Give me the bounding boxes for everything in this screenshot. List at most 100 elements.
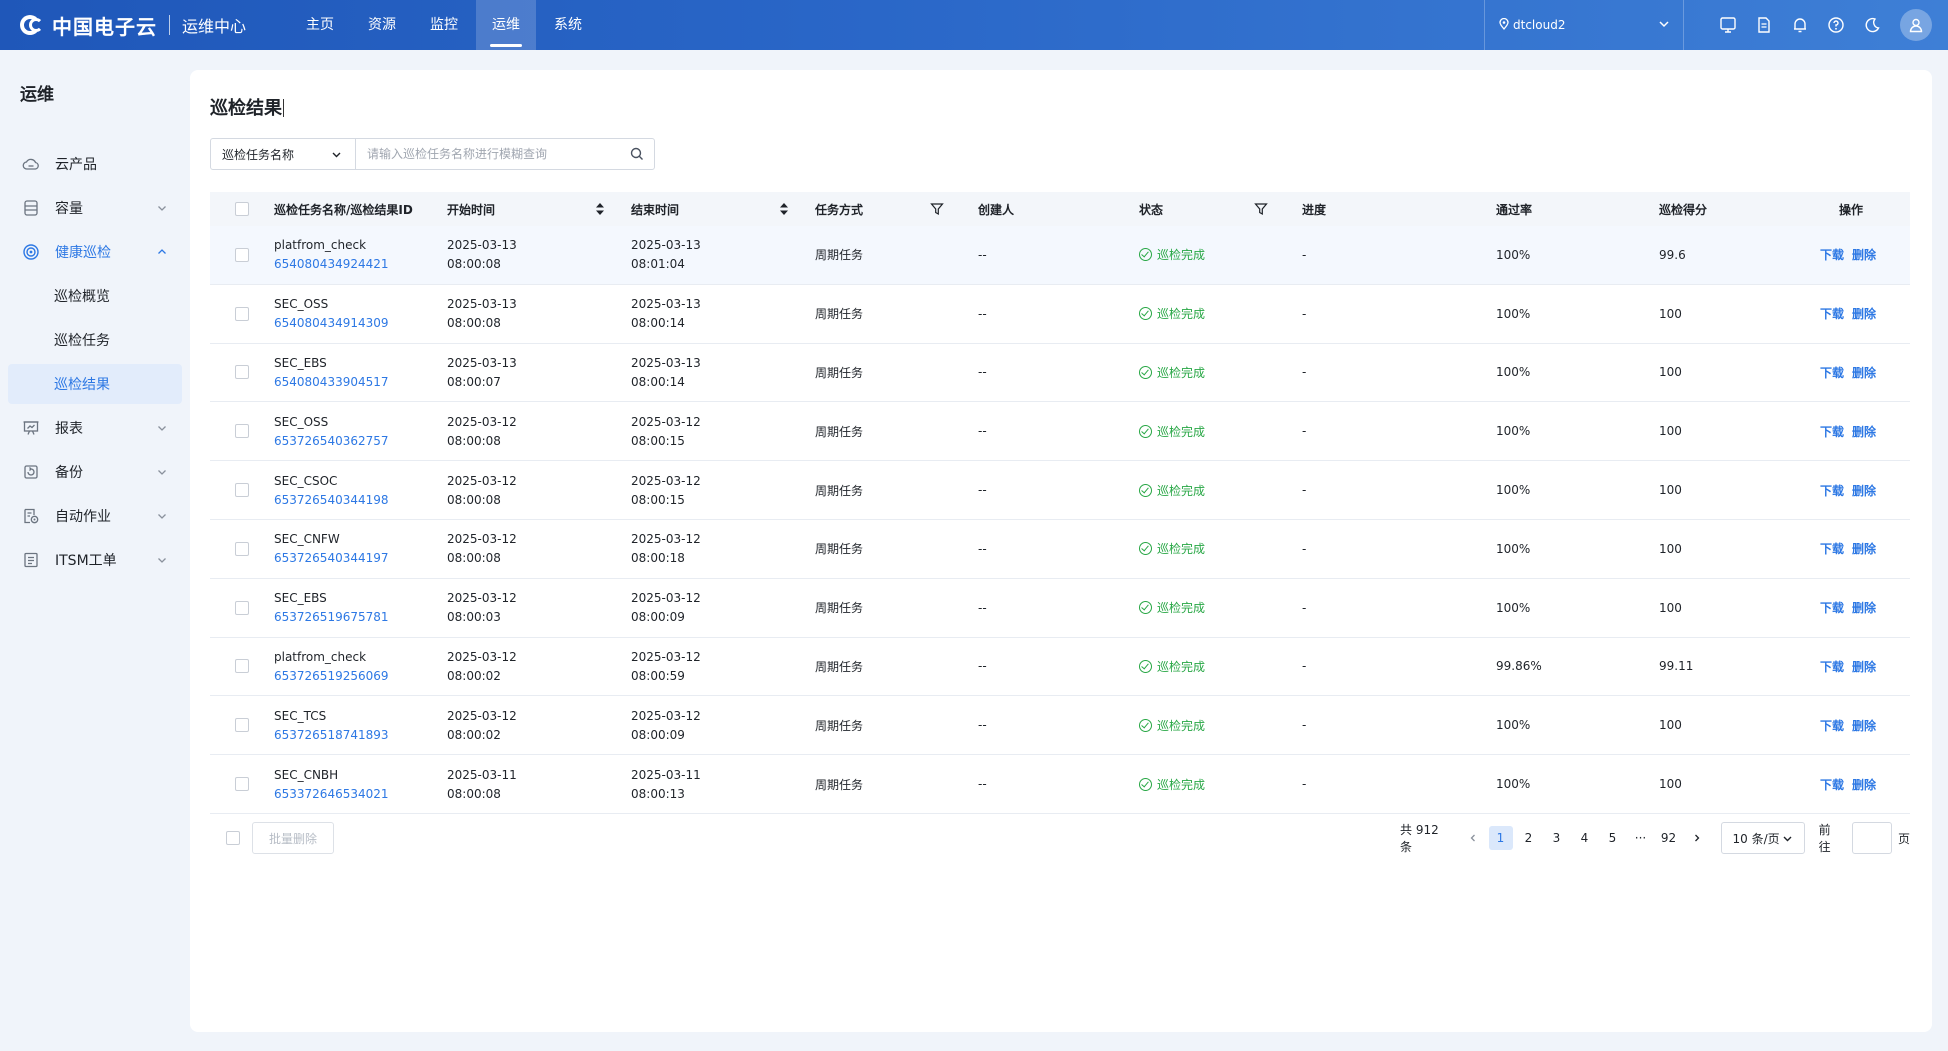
- sort-icon[interactable]: [780, 203, 788, 215]
- row-checkbox[interactable]: [235, 247, 249, 262]
- result-id-link[interactable]: 653726540344198: [274, 493, 389, 507]
- download-button[interactable]: 下载: [1820, 305, 1844, 322]
- table-row[interactable]: SEC_OSS 654080434914309 2025-03-13 08:00:08…: [210, 285, 1910, 344]
- row-checkbox[interactable]: [235, 541, 249, 556]
- delete-button[interactable]: 删除: [1852, 776, 1876, 793]
- delete-button[interactable]: 删除: [1852, 599, 1876, 616]
- row-checkbox[interactable]: [235, 600, 249, 615]
- delete-button[interactable]: 删除: [1852, 658, 1876, 675]
- filter-icon[interactable]: [930, 202, 944, 216]
- page-button[interactable]: 3: [1545, 826, 1569, 850]
- batch-delete-button[interactable]: 批量删除: [252, 822, 334, 854]
- result-id-link[interactable]: 653726518741893: [274, 728, 389, 742]
- page-size-select[interactable]: 10 条/页: [1720, 822, 1805, 854]
- screen-icon[interactable]: [1710, 0, 1746, 50]
- row-checkbox[interactable]: [235, 365, 249, 380]
- logo[interactable]: 中国电子云 运维中心: [0, 0, 246, 50]
- download-button[interactable]: 下载: [1820, 423, 1844, 440]
- delete-button[interactable]: 删除: [1852, 540, 1876, 557]
- prev-page-icon[interactable]: [1461, 826, 1485, 850]
- delete-button[interactable]: 删除: [1852, 305, 1876, 322]
- table-row[interactable]: SEC_EBS 654080433904517 2025-03-13 08:00:07…: [210, 344, 1910, 403]
- result-id-link[interactable]: 653726519256069: [274, 669, 389, 683]
- page-button[interactable]: 92: [1657, 826, 1681, 850]
- table-row[interactable]: platfrom_check 654080434924421 2025-03-13 0…: [210, 226, 1910, 285]
- table-row[interactable]: platfrom_check 653726519256069 2025-03-12 0…: [210, 638, 1910, 697]
- nav-item-monitoring[interactable]: 监控: [414, 0, 474, 50]
- delete-button[interactable]: 删除: [1852, 717, 1876, 734]
- result-id-link[interactable]: 653726519675781: [274, 610, 389, 624]
- nav-item-operations[interactable]: 运维: [476, 0, 537, 50]
- column-header-end-time[interactable]: 结束时间: [631, 192, 679, 226]
- next-page-icon[interactable]: [1685, 826, 1709, 850]
- table-row[interactable]: SEC_CNBH 653372646534021 2025-03-11 08:00:0…: [210, 755, 1910, 814]
- page-button[interactable]: 4: [1573, 826, 1597, 850]
- sidebar-item-health-check[interactable]: 健康巡检: [8, 232, 182, 272]
- delete-button[interactable]: 删除: [1852, 246, 1876, 263]
- result-id-link[interactable]: 653372646534021: [274, 787, 389, 801]
- download-button[interactable]: 下载: [1820, 364, 1844, 381]
- page-button[interactable]: 1: [1488, 826, 1513, 850]
- row-checkbox[interactable]: [235, 777, 249, 792]
- footer-select-all-checkbox[interactable]: [226, 831, 240, 845]
- region-selector[interactable]: dtcloud2: [1484, 0, 1684, 50]
- document-icon[interactable]: [1746, 0, 1782, 50]
- sidebar-item-inspection-results[interactable]: 巡检结果: [8, 364, 182, 404]
- cell-start-time: 2025-03-12 08:00:03: [447, 579, 517, 637]
- select-all-checkbox[interactable]: [235, 202, 249, 216]
- result-id-link[interactable]: 654080433904517: [274, 375, 389, 389]
- result-id-link[interactable]: 654080434924421: [274, 257, 389, 271]
- table-row[interactable]: SEC_OSS 653726540362757 2025-03-12 08:00:08…: [210, 402, 1910, 462]
- cell-end-time: 2025-03-13 08:00:14: [631, 344, 701, 402]
- download-button[interactable]: 下载: [1820, 717, 1844, 734]
- sidebar-item-inspection-overview[interactable]: 巡检概览: [8, 276, 182, 316]
- page-button[interactable]: 2: [1517, 826, 1541, 850]
- row-checkbox[interactable]: [235, 718, 249, 733]
- search-input[interactable]: [356, 139, 620, 169]
- download-button[interactable]: 下载: [1820, 246, 1844, 263]
- sidebar-item-cloud-products[interactable]: 云产品: [8, 144, 182, 184]
- sidebar-item-backup[interactable]: 备份: [8, 452, 182, 492]
- row-checkbox[interactable]: [235, 483, 249, 498]
- sidebar-item-itsm[interactable]: ITSM工单: [8, 540, 182, 580]
- logo-mark-icon: [20, 14, 48, 36]
- filter-icon[interactable]: [1254, 202, 1268, 216]
- download-button[interactable]: 下载: [1820, 776, 1844, 793]
- download-button[interactable]: 下载: [1820, 482, 1844, 499]
- download-button[interactable]: 下载: [1820, 599, 1844, 616]
- sidebar-item-reports[interactable]: 报表: [8, 408, 182, 448]
- search-icon[interactable]: [620, 139, 654, 169]
- delete-button[interactable]: 删除: [1852, 482, 1876, 499]
- start-date: 2025-03-11: [447, 767, 517, 782]
- goto-page-input[interactable]: [1851, 822, 1892, 854]
- user-avatar[interactable]: [1900, 9, 1932, 41]
- sidebar-item-automation[interactable]: 自动作业: [8, 496, 182, 536]
- row-checkbox[interactable]: [235, 306, 249, 321]
- column-header-start-time[interactable]: 开始时间: [447, 192, 495, 226]
- download-button[interactable]: 下载: [1820, 658, 1844, 675]
- more-pages-button[interactable]: ···: [1629, 826, 1653, 850]
- download-button[interactable]: 下载: [1820, 540, 1844, 557]
- table-row[interactable]: SEC_TCS 653726518741893 2025-03-12 08:00:02…: [210, 696, 1910, 756]
- nav-item-home[interactable]: 主页: [290, 0, 350, 50]
- page-button[interactable]: 5: [1601, 826, 1625, 850]
- result-id-link[interactable]: 653726540344197: [274, 551, 389, 565]
- result-id-link[interactable]: 654080434914309: [274, 316, 389, 330]
- sidebar-item-capacity[interactable]: 容量: [8, 188, 182, 228]
- result-id-link[interactable]: 653726540362757: [274, 434, 389, 448]
- table-row[interactable]: SEC_CSOC 653726540344198 2025-03-12 08:00:0…: [210, 461, 1910, 520]
- search-field-select[interactable]: 巡检任务名称: [211, 139, 356, 169]
- moon-icon[interactable]: [1854, 0, 1890, 50]
- nav-item-resources[interactable]: 资源: [352, 0, 412, 50]
- help-icon[interactable]: [1818, 0, 1854, 50]
- sidebar-item-inspection-tasks[interactable]: 巡检任务: [8, 320, 182, 360]
- table-row[interactable]: SEC_CNFW 653726540344197 2025-03-12 08:00:0…: [210, 520, 1910, 579]
- bell-icon[interactable]: [1782, 0, 1818, 50]
- nav-item-system[interactable]: 系统: [538, 0, 598, 50]
- row-checkbox[interactable]: [235, 659, 249, 674]
- delete-button[interactable]: 删除: [1852, 423, 1876, 440]
- sort-icon[interactable]: [596, 203, 604, 215]
- table-row[interactable]: SEC_EBS 653726519675781 2025-03-12 08:00:03…: [210, 579, 1910, 638]
- delete-button[interactable]: 删除: [1852, 364, 1876, 381]
- row-checkbox[interactable]: [235, 424, 249, 439]
